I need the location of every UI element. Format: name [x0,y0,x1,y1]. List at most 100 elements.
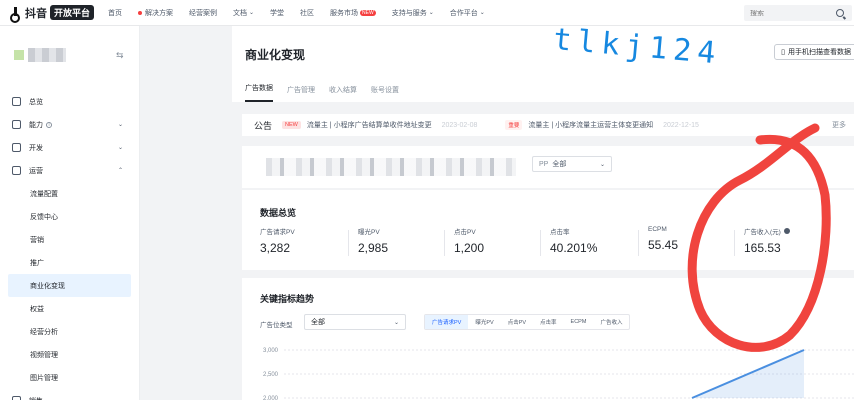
tab-2[interactable]: 收入结算 [329,85,357,102]
metric-tab-5[interactable]: 广告收入 [593,315,629,329]
chevron-down-icon: ⌄ [117,122,123,128]
sidebar-item-label: 经营分析 [30,328,58,336]
metric-card-5: 广告收入(元) 165.53 [744,226,840,260]
tab-1[interactable]: 广告管理 [287,85,315,102]
tab-0[interactable]: 广告数据 [245,83,273,102]
nav-item-2[interactable]: 经营案例 [189,8,217,18]
sidebar-item-10[interactable]: 经营分析 [0,320,139,343]
metric-divider [540,230,541,256]
sidebar-item-6[interactable]: 营销 [0,228,139,251]
metric-divider [444,230,445,256]
notice-tag-new: NEW [282,121,301,129]
sidebar-item-9[interactable]: 权益 [0,297,139,320]
y-tick-label: 2,500 [263,372,279,378]
metric-value: 2,985 [358,241,389,255]
nav-item-3[interactable]: 文档 ⌄ [233,8,254,18]
metric-tab-0[interactable]: 广告请求PV [425,315,469,329]
sidebar-item-12[interactable]: 图片管理 [0,366,139,389]
nav-item-4[interactable]: 学堂 [270,8,284,18]
sidebar-item-1[interactable]: 能力 i ⌄ [0,113,139,136]
mobile-view-label: 用手机扫描查看数据 [788,49,851,56]
search-input[interactable] [744,9,832,17]
nav-item-label: 首页 [108,9,123,17]
sidebar-item-0[interactable]: 总览 [0,90,139,113]
page-title: 商业化变现 [245,48,306,62]
red-dot-icon [138,10,143,15]
notice-bar: 公告 NEW 流量主 | 小程序广告结算单收件地址变更 2023-02-08 重… [242,114,854,136]
notice-item-1[interactable]: 流量主 | 小程序广告结算单收件地址变更 [307,120,432,130]
page-tabs: 广告数据 广告管理 收入结算 账号设置 [232,76,854,102]
info-icon[interactable]: i [46,121,52,128]
nav-item-label: 解决方案 [145,9,174,17]
metric-tab-4[interactable]: ECPM [564,315,594,329]
metric-label-text: 点击率 [550,229,570,236]
app-name-redacted [28,48,66,62]
sidebar-menu: 总览 能力 i ⌄ 开发 ⌄ 运营 ⌃ 流量配置 反馈中心 营销 推广 商业化变现 权益 经营分析 视频管理图… [0,90,139,400]
sidebar-item-4[interactable]: 流量配置 [0,182,139,205]
metric-tab-3[interactable]: 点击率 [533,315,564,329]
douyin-open-platform-logo[interactable]: 抖音 开放平台 [10,5,95,23]
logo-text: 抖音 [25,7,47,20]
sidebar-item-label: 推广 [30,259,44,267]
nav-item-6[interactable]: 服务市场 NEW [330,8,376,18]
code-icon [12,143,21,152]
tab-3[interactable]: 账号设置 [371,85,399,102]
metric-label: 曝光PV [358,226,454,236]
sidebar-item-label: 图片管理 [30,374,58,382]
pp-select[interactable]: PP 全部 ⌄ [532,156,612,172]
metric-tab-1[interactable]: 曝光PV [468,315,500,329]
sidebar-item-label: 开发 [29,144,43,152]
redacted-app-info [266,158,516,176]
metric-tab-2[interactable]: 点击PV [501,315,533,329]
search-icon[interactable] [836,9,844,17]
sidebar-item-2[interactable]: 开发 ⌄ [0,136,139,159]
switch-app-icon[interactable]: ⇆ [116,50,124,61]
notice-tag-important: 重要 [505,120,523,130]
metric-card-3: 点击率 40.201% [550,226,646,260]
metric-label: ECPM [648,226,744,233]
nav-item-1[interactable]: 解决方案 [138,8,173,18]
sidebar-item-label: 商业化变现 [30,282,65,290]
mobile-view-button[interactable]: ▯ 用手机扫描查看数据 [774,44,854,60]
phone-icon: ▯ [781,49,785,56]
metric-value: 40.201% [550,241,598,255]
sidebar-item-5[interactable]: 反馈中心 [0,205,139,228]
main-nav: 首页 解决方案 经营案例 文档 ⌄ 学堂 社区 服务市场 NEW 支持与服务 ⌄ 合作平台 ⌄ [108,8,501,18]
nav-item-label: 支持与服务 [391,9,427,17]
sidebar-item-13[interactable]: 销售⌄ [0,389,139,400]
notice-item-2[interactable]: 流量主 | 小程序流量主运营主体变更通知 [528,120,653,130]
nav-item-8[interactable]: 合作平台 ⌄ [450,8,485,18]
trend-chart: 3,000 2,500 2,000 [263,348,854,400]
metric-label-text: 广告收入(元) [744,229,781,236]
nav-item-label: 经营案例 [189,9,218,17]
data-overview-title: 数据总览 [260,208,297,218]
search-box[interactable] [744,5,852,21]
nav-item-label: 文档 [233,9,248,17]
sidebar-item-3[interactable]: 运营 ⌃ [0,159,139,182]
chevron-down-icon: ⌄ [393,319,399,326]
sidebar-item-11[interactable]: 视频管理 [0,343,139,366]
metric-label-text: ECPM [648,226,667,233]
sidebar-item-label: 营销 [30,236,44,244]
sidebar: ⇆ 总览 能力 i ⌄ 开发 ⌄ 运营 ⌃ 流量配置 反馈中心 营销 推广 商业化变现 权益 经营分析 视频管… [0,26,140,400]
overview-icon [12,97,21,106]
nav-item-0[interactable]: 首页 [108,8,122,18]
metric-label: 广告收入(元) [744,226,840,236]
logo-badge: 开放平台 [50,5,95,20]
metric-divider [348,230,349,256]
info-icon[interactable] [783,228,790,234]
ad-slot-type-select[interactable]: 全部 ⌄ [304,314,406,330]
nav-item-label: 学堂 [270,9,285,17]
nav-item-7[interactable]: 支持与服务 ⌄ [392,8,434,18]
sidebar-item-7[interactable]: 推广 [0,251,139,274]
notice-date-2: 2022-12-15 [663,121,699,129]
trend-title: 关键指标趋势 [260,294,315,304]
y-tick-label: 3,000 [263,348,279,354]
notice-more-link[interactable]: 更多 [832,120,846,130]
sidebar-item-8[interactable]: 商业化变现 [8,274,131,297]
app-filter-bar: PP 全部 ⌄ [242,146,854,188]
main-content: 商业化变现 ▯ 用手机扫描查看数据 广告数据 广告管理 收入结算 账号设置 公告 NE… [140,26,854,400]
metric-card-0: 广告请求PV 3,282 [260,226,356,260]
top-navigation-bar: 抖音 开放平台 首页 解决方案 经营案例 文档 ⌄ 学堂 社区 服务市场 NEW 支持与服务 ⌄ 合作… [0,0,854,26]
nav-item-5[interactable]: 社区 [300,8,314,18]
